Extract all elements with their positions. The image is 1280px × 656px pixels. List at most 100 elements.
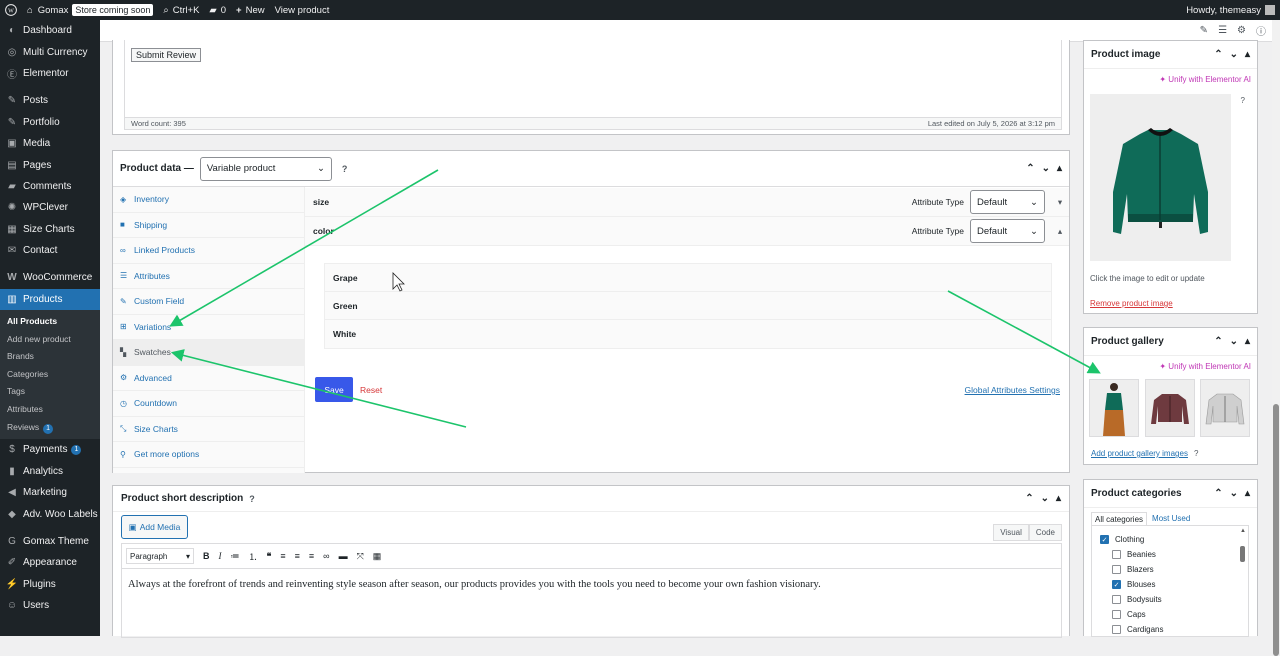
collapse-toggle-icon[interactable]: ▴ — [1245, 336, 1250, 347]
collapse-toggle-icon[interactable]: ▴ — [1057, 163, 1062, 174]
read-more-icon[interactable]: ▬ — [339, 551, 348, 561]
menu-size-charts[interactable]: ▦ Size Charts — [0, 219, 100, 240]
tab-code[interactable]: Code — [1028, 524, 1062, 541]
add-gallery-images-link[interactable]: Add product gallery images — [1091, 449, 1188, 458]
move-down-icon[interactable]: ⌄ — [1041, 493, 1049, 504]
move-up-icon[interactable]: ⌃ — [1025, 493, 1033, 504]
menu-contact[interactable]: ✉ Contact — [0, 240, 100, 261]
gallery-thumbnail[interactable] — [1145, 379, 1195, 437]
category-beanies[interactable]: Beanies — [1100, 547, 1248, 562]
page-scrollbar[interactable] — [1272, 20, 1280, 656]
menu-woocommerce[interactable]: W WooCommerce — [0, 267, 100, 288]
move-down-icon[interactable]: ⌄ — [1230, 336, 1238, 347]
reset-link[interactable]: Reset — [360, 385, 382, 395]
align-center-icon[interactable]: ≡ — [295, 551, 300, 561]
remove-product-image-link[interactable]: Remove product image — [1090, 299, 1173, 308]
term-green[interactable]: Green — [325, 292, 1051, 320]
term-grape[interactable]: Grape — [325, 264, 1051, 292]
global-attributes-settings-link[interactable]: Global Attributes Settings — [965, 385, 1060, 395]
bullet-list-icon[interactable]: ≔ — [231, 551, 240, 562]
italic-icon[interactable]: I — [219, 551, 222, 561]
category-cardigans[interactable]: Cardigans — [1100, 622, 1248, 636]
view-product-link[interactable]: View product — [270, 0, 335, 20]
howdy-user-menu[interactable]: Howdy, themeasy — [1181, 0, 1280, 20]
tab-countdown[interactable]: ◷ Countdown — [113, 391, 304, 417]
align-left-icon[interactable]: ≡ — [280, 551, 285, 561]
gallery-thumbnail[interactable] — [1200, 379, 1250, 437]
category-bodysuits[interactable]: Bodysuits — [1100, 592, 1248, 607]
site-name-link[interactable]: ⌂ Gomax Store coming soon — [22, 0, 158, 20]
expand-arrow-icon[interactable]: ▾ — [1051, 197, 1069, 208]
paragraph-format-select[interactable]: Paragraph ▾ — [126, 548, 194, 564]
editor-content-area[interactable]: Submit Review Word count: 395 Last edite… — [124, 40, 1062, 130]
category-blazers[interactable]: Blazers — [1100, 562, 1248, 577]
help-icon[interactable]: ? — [342, 164, 348, 174]
short-description-content[interactable]: Always at the forefront of trends and re… — [121, 568, 1062, 638]
menu-pages[interactable]: ▤ Pages — [0, 154, 100, 175]
submenu-brands[interactable]: Brands — [0, 348, 100, 366]
checkbox[interactable] — [1112, 610, 1121, 619]
menu-users[interactable]: ☺ Users — [0, 595, 100, 616]
attribute-type-select[interactable]: Default ⌄ — [970, 190, 1045, 214]
menu-products[interactable]: ▥ Products — [0, 288, 100, 311]
store-coming-soon-badge[interactable]: Store coming soon — [72, 4, 154, 16]
comments-link[interactable]: ▰ 0 — [204, 0, 231, 20]
product-type-select[interactable]: Variable product ⌄ — [199, 156, 332, 181]
attribute-type-select[interactable]: Default ⌄ — [970, 219, 1045, 243]
submenu-reviews[interactable]: Reviews 1 — [0, 419, 100, 437]
tab-linked-products[interactable]: ∞ Linked Products — [113, 238, 304, 264]
submenu-add-new-product[interactable]: Add new product — [0, 331, 100, 349]
menu-appearance[interactable]: ✐ Appearance — [0, 552, 100, 573]
move-down-icon[interactable]: ⌄ — [1042, 163, 1050, 174]
submenu-all-products[interactable]: All Products — [0, 313, 100, 331]
collapse-toggle-icon[interactable]: ▴ — [1245, 49, 1250, 60]
menu-portfolio[interactable]: ✎ Portfolio — [0, 112, 100, 133]
checkbox-checked[interactable]: ✓ — [1112, 580, 1121, 589]
tab-advanced[interactable]: ⚙ Advanced — [113, 366, 304, 391]
checkbox-checked[interactable]: ✓ — [1100, 535, 1109, 544]
menu-adv-woo-labels[interactable]: ◆ Adv. Woo Labels — [0, 503, 100, 524]
attribute-row-size[interactable]: size Attribute Type Default ⌄ ▾ — [305, 188, 1069, 217]
tab-variations[interactable]: ⊞ Variations — [113, 315, 304, 340]
numbered-list-icon[interactable]: ⒈ — [249, 550, 258, 563]
tab-all-categories[interactable]: All categories — [1091, 512, 1148, 526]
help-icon[interactable]: ⓘ — [1256, 23, 1266, 38]
help-icon[interactable]: ? — [1194, 449, 1198, 458]
help-icon[interactable]: ? — [249, 494, 255, 504]
submenu-tags[interactable]: Tags — [0, 383, 100, 401]
blockquote-icon[interactable]: ❝ — [267, 551, 272, 562]
category-clothing[interactable]: ✓ Clothing — [1100, 532, 1248, 547]
menu-plugins[interactable]: ⚡ Plugins — [0, 574, 100, 595]
tab-custom-field[interactable]: ✎ Custom Field — [113, 289, 304, 315]
wordpress-logo-icon[interactable]: W — [0, 0, 22, 20]
new-content-button[interactable]: + New — [231, 0, 270, 20]
tab-size-charts[interactable]: ⤡ Size Charts — [113, 417, 304, 442]
unify-elementor-ai-link[interactable]: ✦ Unify with Elementor AI — [1084, 75, 1257, 84]
tab-visual[interactable]: Visual — [993, 524, 1029, 541]
tab-most-used[interactable]: Most Used — [1147, 512, 1195, 526]
checkbox[interactable] — [1112, 625, 1121, 634]
category-scrollbar[interactable]: ▲ — [1240, 528, 1246, 636]
submenu-categories[interactable]: Categories — [0, 366, 100, 384]
menu-posts[interactable]: ✎ Posts — [0, 90, 100, 111]
category-caps[interactable]: Caps — [1100, 607, 1248, 622]
move-up-icon[interactable]: ⌃ — [1214, 49, 1222, 60]
menu-wpclever[interactable]: ✺ WPClever — [0, 197, 100, 218]
menu-multi-currency[interactable]: ◎ Multi Currency — [0, 41, 100, 62]
menu-media[interactable]: ▣ Media — [0, 133, 100, 154]
menu-elementor[interactable]: Ⓔ Elementor — [0, 63, 100, 84]
menu-marketing[interactable]: ◀ Marketing — [0, 482, 100, 503]
checkbox[interactable] — [1112, 565, 1121, 574]
menu-dashboard[interactable]: ◐ Dashboard — [0, 20, 100, 41]
move-up-icon[interactable]: ⌃ — [1026, 163, 1034, 174]
bold-icon[interactable]: B — [203, 551, 210, 561]
menu-analytics[interactable]: ▮ Analytics — [0, 461, 100, 482]
move-up-icon[interactable]: ⌃ — [1214, 336, 1222, 347]
collapse-toggle-icon[interactable]: ▴ — [1056, 493, 1061, 504]
tab-inventory[interactable]: ◈ Inventory — [113, 187, 304, 213]
add-media-button[interactable]: ▣ Add Media — [121, 515, 188, 539]
save-button[interactable]: Save — [315, 377, 353, 402]
align-right-icon[interactable]: ≡ — [309, 551, 314, 561]
tab-shipping[interactable]: ■ Shipping — [113, 213, 304, 238]
submit-review-button[interactable]: Submit Review — [131, 48, 202, 62]
